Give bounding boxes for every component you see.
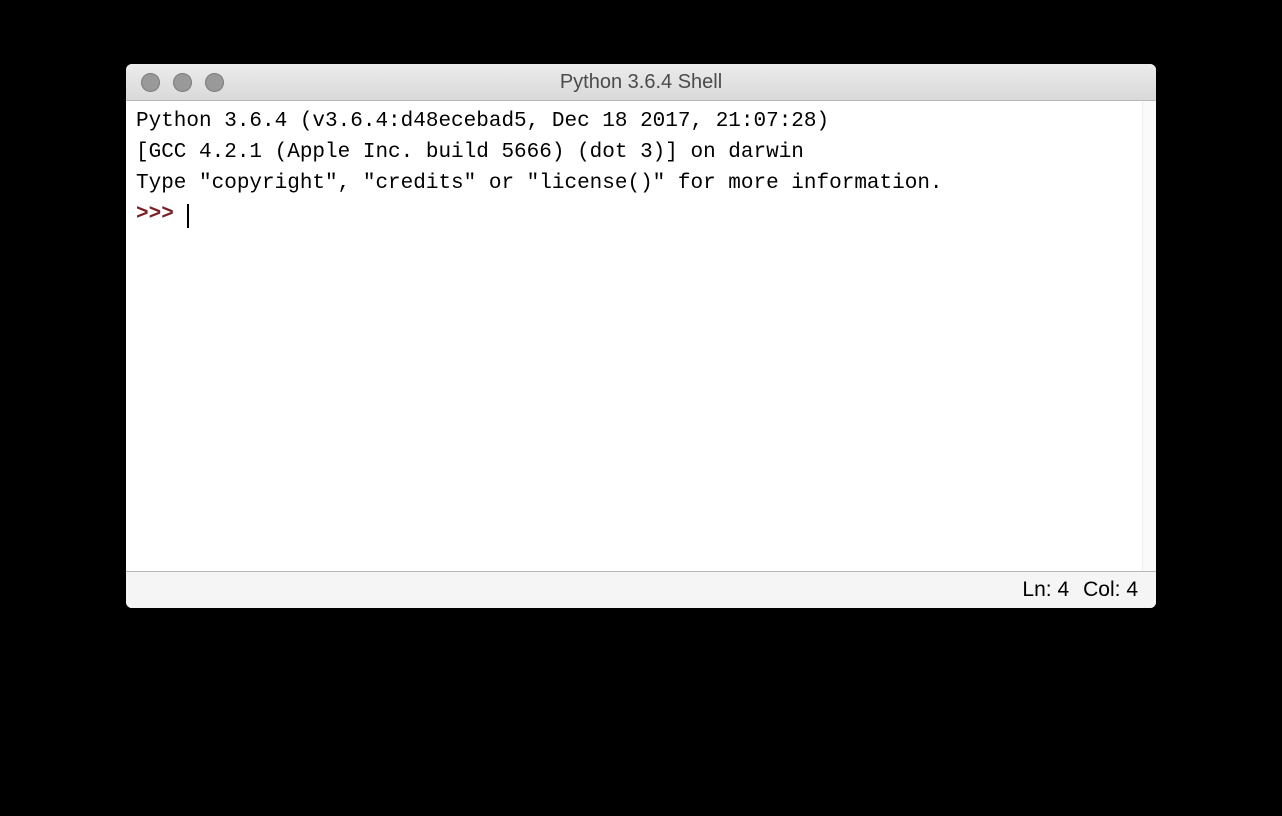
shell-text[interactable]: Python 3.6.4 (v3.6.4:d48ecebad5, Dec 18 … [136,106,1146,230]
shell-prompt-line: >>> [136,199,1146,230]
minimize-icon[interactable] [173,73,192,92]
shell-line: Python 3.6.4 (v3.6.4:d48ecebad5, Dec 18 … [136,106,1146,137]
statusbar: Ln: 4 Col: 4 [126,572,1156,608]
idle-shell-window: Python 3.6.4 Shell Python 3.6.4 (v3.6.4:… [126,64,1156,608]
shell-prompt: >>> [136,203,186,226]
shell-line: Type "copyright", "credits" or "license(… [136,168,1146,199]
status-col: Col: 4 [1083,578,1138,602]
text-cursor-icon [187,204,189,228]
shell-content[interactable]: Python 3.6.4 (v3.6.4:d48ecebad5, Dec 18 … [126,101,1156,572]
close-icon[interactable] [141,73,160,92]
shell-line: [GCC 4.2.1 (Apple Inc. build 5666) (dot … [136,137,1146,168]
window-title: Python 3.6.4 Shell [126,71,1156,94]
zoom-icon[interactable] [205,73,224,92]
titlebar[interactable]: Python 3.6.4 Shell [126,64,1156,101]
status-line: Ln: 4 [1022,578,1069,602]
traffic-lights [126,73,224,92]
